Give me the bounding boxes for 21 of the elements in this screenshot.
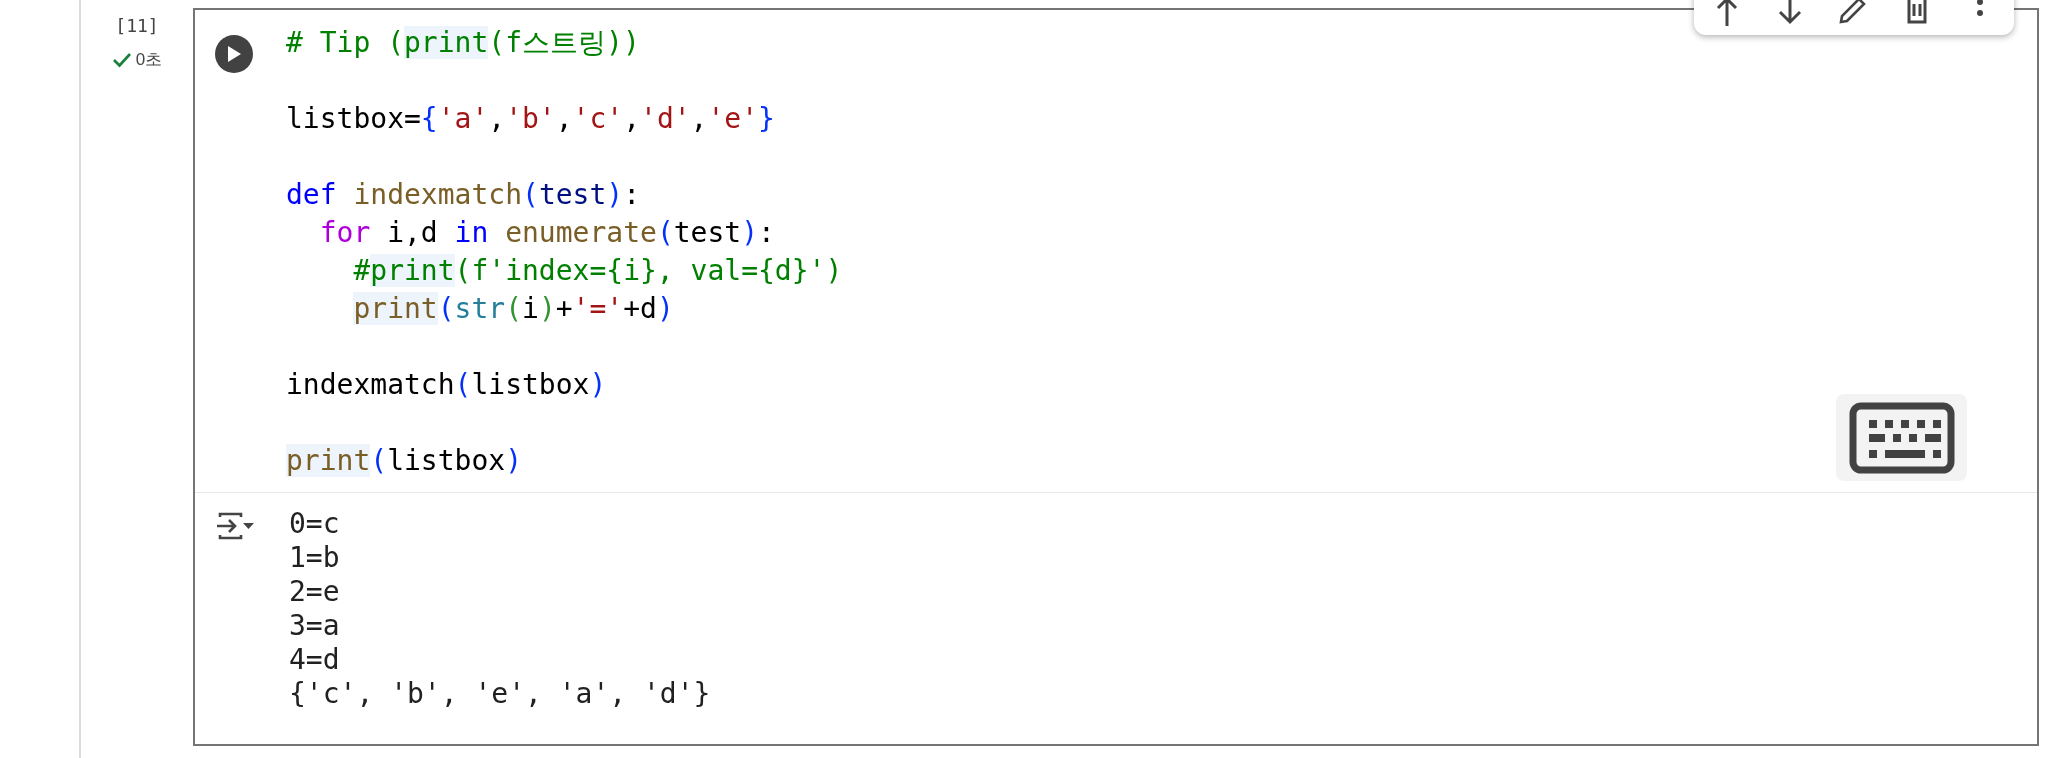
output-line: 4=d [289, 643, 340, 677]
keyboard-button[interactable] [1836, 394, 1967, 481]
run-button[interactable] [215, 35, 253, 73]
execution-count: [11] [115, 14, 159, 38]
play-icon [226, 45, 242, 63]
output-actions-icon[interactable] [215, 510, 255, 542]
code-line: print(listbox) [286, 443, 523, 479]
code-line: #print(f'index={i}, val={d}') [353, 253, 843, 289]
code-line: for i,d in enumerate(test): [319, 215, 775, 251]
code-line: print(str(i)+'='+d) [353, 291, 674, 327]
output-line: 3=a [289, 609, 340, 643]
pencil-icon[interactable] [1837, 0, 1867, 26]
code-line: indexmatch(listbox) [286, 367, 607, 403]
execution-time: 0초 [135, 49, 163, 71]
output-line: 1=b [289, 541, 340, 575]
output-line: 2=e [289, 575, 340, 609]
code-line: listbox={'a','b','c','d','e'} [286, 101, 775, 137]
code-line: def indexmatch(test): [286, 177, 641, 213]
output-line: 0=c [289, 507, 340, 541]
code-line: # Tip (print(f스트링)) [286, 25, 640, 61]
output-line: {'c', 'b', 'e', 'a', 'd'} [289, 677, 711, 711]
